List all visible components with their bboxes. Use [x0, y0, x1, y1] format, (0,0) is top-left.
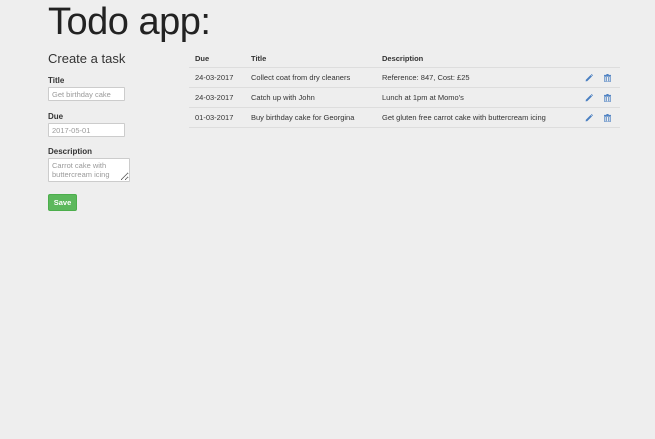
trash-icon	[603, 73, 611, 82]
delete-button[interactable]	[602, 108, 612, 127]
pencil-icon	[585, 113, 593, 121]
task-title-cell: Buy birthday cake for Georgina	[251, 113, 355, 122]
title-input[interactable]	[48, 87, 125, 101]
app-title: Todo app:	[48, 1, 211, 43]
task-due-cell: 01-03-2017	[195, 113, 234, 122]
task-description-cell: Reference: 847, Cost: £25	[382, 73, 470, 82]
title-label: Title	[48, 76, 65, 85]
task-title-cell: Catch up with John	[251, 93, 315, 102]
header-due: Due	[195, 54, 210, 63]
header-title: Title	[251, 54, 267, 63]
table-header-row: Due Title Description	[189, 50, 620, 68]
trash-icon	[603, 113, 611, 122]
create-task-heading: Create a task	[48, 51, 126, 66]
edit-button[interactable]	[584, 68, 594, 87]
save-button[interactable]: Save	[48, 194, 77, 211]
table-row: 01-03-2017 Buy birthday cake for Georgin…	[189, 108, 620, 128]
due-label: Due	[48, 112, 64, 121]
task-due-cell: 24-03-2017	[195, 93, 234, 102]
delete-button[interactable]	[602, 88, 612, 107]
task-table: Due Title Description 24-03-2017 Collect…	[189, 50, 620, 128]
edit-button[interactable]	[584, 88, 594, 107]
description-label: Description	[48, 147, 93, 156]
pencil-icon	[585, 93, 593, 101]
due-date-input[interactable]	[48, 123, 125, 137]
task-description-cell: Lunch at 1pm at Momo's	[382, 93, 464, 102]
delete-button[interactable]	[602, 68, 612, 87]
header-description: Description	[382, 54, 424, 63]
edit-button[interactable]	[584, 108, 594, 127]
task-title-cell: Collect coat from dry cleaners	[251, 73, 351, 82]
table-row: 24-03-2017 Collect coat from dry cleaner…	[189, 68, 620, 88]
task-due-cell: 24-03-2017	[195, 73, 234, 82]
pencil-icon	[585, 73, 593, 81]
task-rows: 24-03-2017 Collect coat from dry cleaner…	[189, 68, 620, 128]
table-row: 24-03-2017 Catch up with John Lunch at 1…	[189, 88, 620, 108]
trash-icon	[603, 93, 611, 102]
task-description-cell: Get gluten free carrot cake with butterc…	[382, 113, 546, 122]
description-textarea[interactable]	[48, 158, 130, 182]
